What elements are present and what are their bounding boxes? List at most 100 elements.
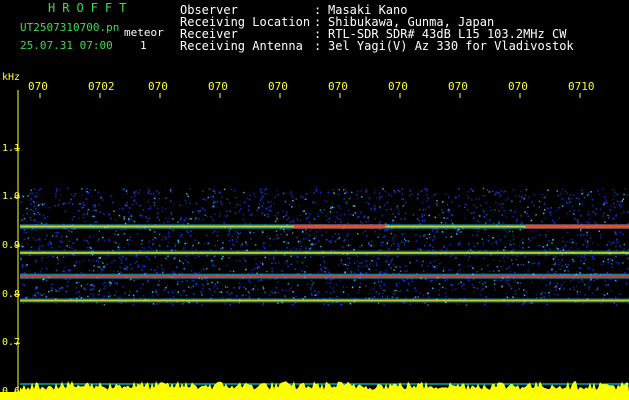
noise-pixel [213, 201, 215, 204]
noise-pixel [457, 303, 459, 305]
noise-pixel [411, 193, 414, 195]
noise-pixel [242, 218, 245, 221]
noise-pixel [419, 235, 421, 238]
noise-pixel [561, 259, 563, 261]
noise-pixel [307, 216, 309, 219]
noise-pixel [576, 290, 579, 293]
noise-pixel [130, 263, 132, 266]
noise-pixel [445, 222, 447, 224]
noise-pixel [425, 278, 427, 280]
noise-pixel [496, 242, 498, 245]
noise-pixel [162, 235, 164, 238]
noise-pixel [509, 285, 511, 287]
noise-pixel [320, 191, 322, 193]
noise-pixel [89, 293, 92, 295]
noise-pixel [304, 271, 306, 273]
echo-line-1 [20, 251, 629, 254]
noise-pixel [154, 269, 156, 271]
noise-pixel [235, 196, 237, 199]
noise-pixel [538, 200, 541, 203]
noise-pixel [606, 284, 608, 286]
noise-pixel [48, 290, 50, 293]
noise-pixel [398, 282, 400, 284]
noise-pixel [557, 293, 559, 296]
noise-pixel [315, 187, 318, 190]
noise-pixel [482, 195, 484, 197]
noise-pixel [575, 197, 578, 199]
noise-pixel [553, 293, 556, 296]
noise-pixel [23, 231, 26, 234]
noise-pixel [582, 281, 584, 283]
noise-pixel [392, 213, 394, 215]
noise-pixel [423, 219, 426, 222]
noise-pixel [34, 292, 37, 295]
noise-pixel [446, 248, 448, 250]
noise-pixel [152, 238, 154, 241]
noise-pixel [293, 247, 295, 249]
noise-pixel [615, 245, 617, 248]
noise-pixel [317, 271, 319, 273]
noise-pixel [21, 264, 24, 266]
noise-pixel [333, 215, 336, 218]
noise-pixel [92, 215, 94, 218]
noise-pixel [33, 205, 36, 207]
noise-pixel [158, 233, 161, 236]
noise-pixel [185, 217, 187, 220]
noise-pixel [117, 270, 119, 272]
noise-pixel [602, 215, 604, 217]
noise-pixel [473, 245, 475, 248]
noise-pixel [97, 240, 99, 242]
noise-pixel [23, 272, 26, 274]
noise-pixel [470, 188, 472, 191]
noise-pixel [223, 222, 225, 224]
noise-pixel [274, 291, 276, 294]
noise-pixel [154, 237, 156, 239]
noise-pixel [289, 221, 292, 223]
noise-pixel [236, 231, 238, 234]
noise-pixel [308, 234, 311, 237]
noise-pixel [618, 263, 620, 265]
noise-pixel [416, 197, 419, 200]
noise-pixel [417, 194, 419, 196]
noise-pixel [623, 248, 625, 250]
noise-pixel [235, 238, 238, 241]
noise-pixel [120, 259, 123, 261]
noise-pixel [607, 214, 609, 217]
noise-pixel [220, 192, 222, 195]
noise-pixel [121, 295, 123, 297]
noise-pixel [393, 269, 395, 271]
noise-pixel [254, 285, 256, 287]
noise-pixel [573, 288, 575, 291]
noise-pixel [172, 296, 175, 298]
noise-pixel [132, 294, 135, 297]
noise-pixel [94, 189, 96, 191]
noise-pixel [571, 205, 574, 208]
noise-pixel [503, 255, 506, 257]
noise-pixel [500, 203, 503, 205]
noise-pixel [535, 236, 537, 239]
noise-pixel [271, 292, 274, 294]
noise-pixel [531, 230, 534, 233]
noise-pixel [397, 248, 399, 250]
noise-pixel [547, 189, 549, 191]
noise-pixel [404, 270, 407, 273]
noise-pixel [365, 285, 367, 287]
noise-pixel [386, 242, 388, 245]
noise-pixel [353, 271, 355, 273]
noise-pixel [389, 262, 392, 264]
noise-pixel [398, 210, 400, 213]
noise-pixel [484, 303, 486, 306]
noise-pixel [516, 255, 519, 257]
noise-pixel [233, 287, 235, 289]
noise-pixel [158, 192, 160, 194]
noise-pixel [331, 202, 334, 204]
noise-pixel [200, 269, 203, 272]
noise-pixel [403, 244, 406, 247]
noise-pixel [101, 269, 104, 272]
noise-pixel [236, 203, 238, 206]
noise-pixel [331, 235, 334, 238]
noise-pixel [512, 296, 514, 298]
noise-pixel [542, 246, 545, 248]
noise-pixel [313, 294, 315, 297]
noise-pixel [332, 287, 334, 289]
